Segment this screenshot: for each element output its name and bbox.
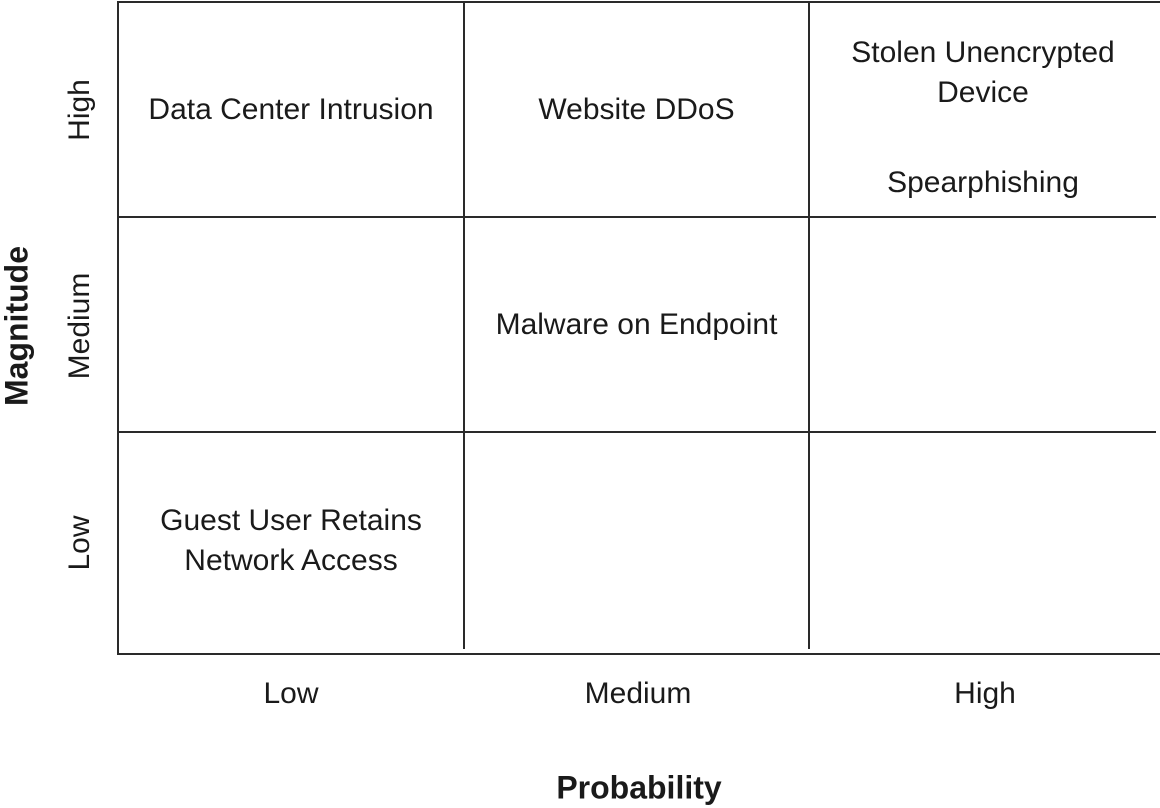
x-axis-title: Probability [556, 769, 722, 806]
cell-high-magnitude-medium-probability: Website DDoS [465, 3, 810, 218]
cell-high-magnitude-high-probability: Stolen Unencrypted Device Spearphishing [810, 3, 1156, 218]
cell-medium-magnitude-high-probability [810, 218, 1156, 433]
risk-item: Spearphishing [887, 166, 1079, 199]
x-tick-high: High [954, 677, 1016, 710]
y-tick-low: Low [63, 515, 96, 571]
cell-low-magnitude-medium-probability [465, 433, 810, 649]
y-axis-title: Magnitude [0, 246, 35, 406]
cell-low-magnitude-high-probability [810, 433, 1156, 649]
x-tick-medium: Medium [584, 677, 692, 710]
cell-medium-magnitude-low-probability [119, 218, 465, 433]
cell-low-magnitude-low-probability: Guest User Retains Network Access [119, 433, 465, 649]
risk-item: Website DDoS [538, 92, 735, 126]
cell-medium-magnitude-medium-probability: Malware on Endpoint [465, 218, 810, 433]
risk-item: Stolen Unencrypted Device [851, 36, 1115, 109]
cell-high-magnitude-low-probability: Data Center Intrusion [119, 3, 465, 218]
risk-item: Guest User Retains Network Access [160, 504, 422, 577]
risk-matrix-grid: Data Center Intrusion Website DDoS Stole… [117, 1, 1160, 655]
risk-item: Malware on Endpoint [495, 307, 778, 341]
x-tick-low: Low [263, 677, 319, 710]
risk-item: Data Center Intrusion [148, 92, 434, 126]
y-tick-medium: Medium [63, 272, 96, 380]
y-tick-high: High [63, 79, 96, 141]
